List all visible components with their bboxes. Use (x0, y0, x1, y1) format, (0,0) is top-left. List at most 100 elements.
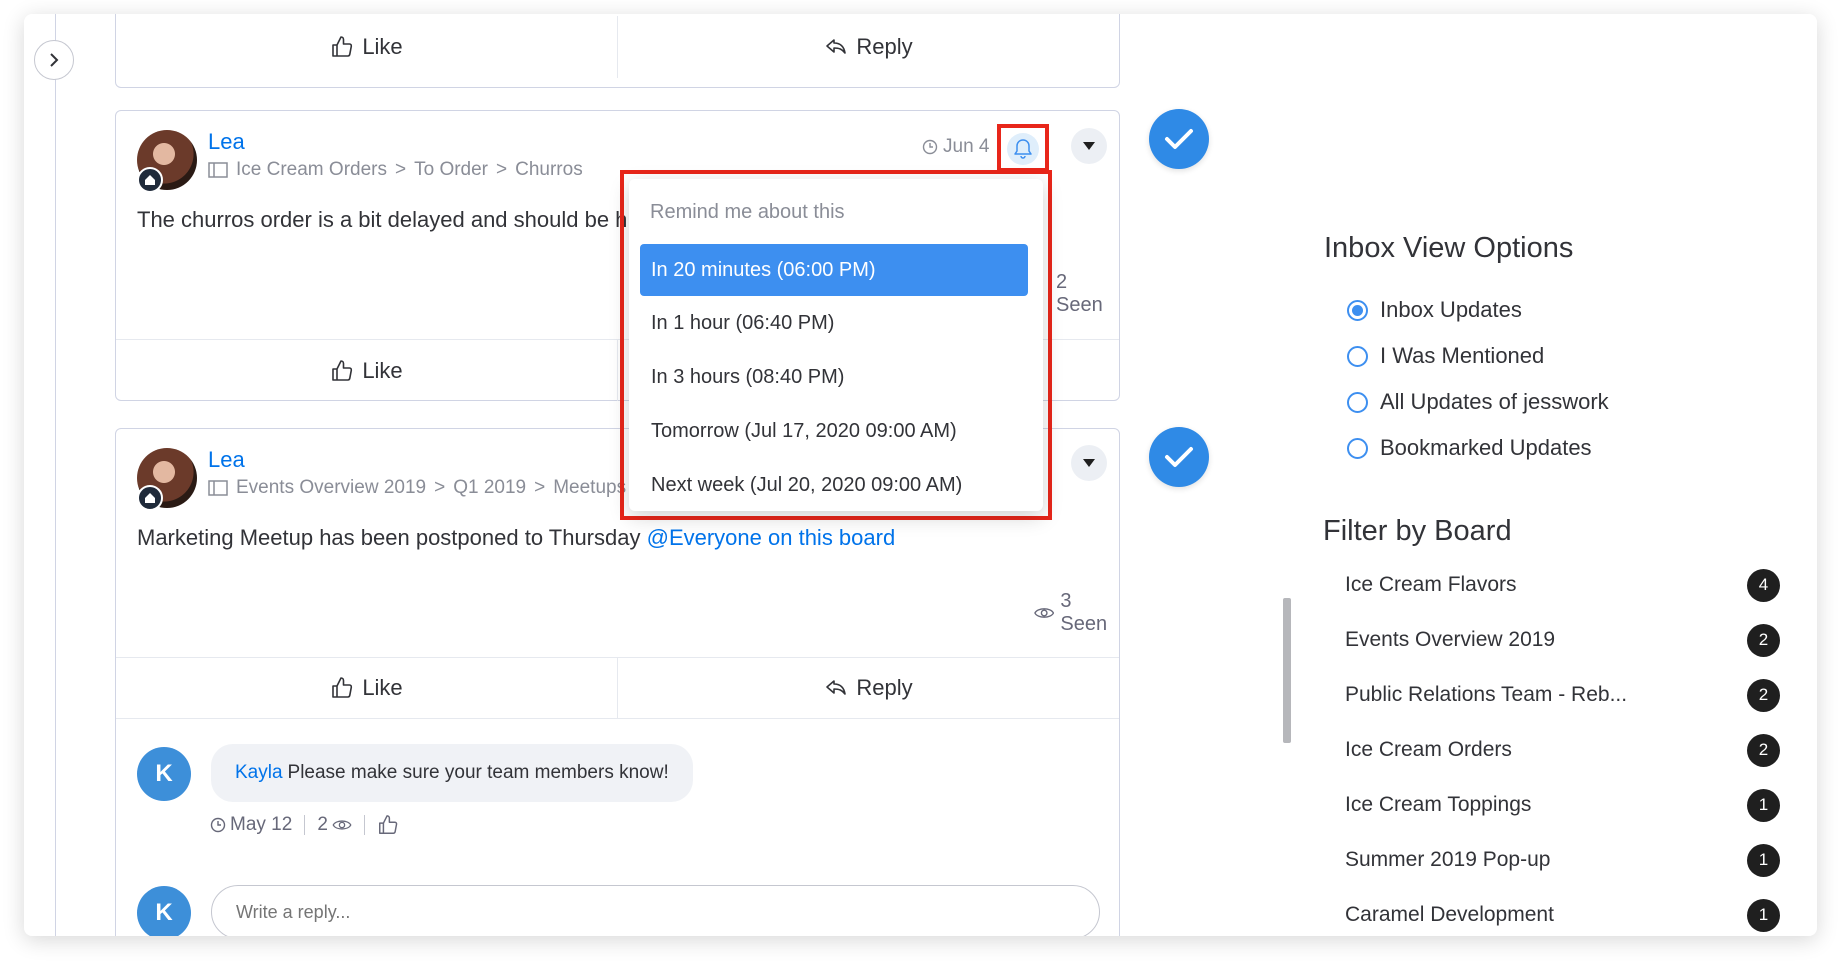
eye-icon (332, 820, 352, 830)
board-filter-item[interactable]: Events Overview 2019 2 (1345, 620, 1780, 660)
board-name: Summer 2019 Pop-up (1345, 848, 1551, 871)
home-icon (137, 167, 163, 193)
reply-button[interactable]: Reply (617, 658, 1119, 718)
clock-icon (210, 817, 226, 833)
seen-text: 3 Seen (1060, 590, 1108, 635)
breadcrumb: Events Overview 2019 > Q1 2019 > Meetups (208, 477, 626, 499)
reminder-option[interactable]: Tomorrow (Jul 17, 2020 09:00 AM) (640, 405, 1028, 457)
comment-date: May 12 (230, 814, 293, 835)
comment-text: Please make sure your team members know! (287, 762, 669, 783)
post-menu-button[interactable] (1071, 128, 1107, 164)
board-filter-item[interactable]: Ice Cream Flavors 4 (1345, 565, 1780, 605)
post-message-text: Marketing Meetup has been postponed to T… (137, 525, 641, 550)
comment-avatar[interactable]: K (137, 747, 191, 801)
radio[interactable] (1347, 345, 1368, 367)
reply-input[interactable] (211, 885, 1100, 936)
breadcrumb-separator: > (534, 477, 546, 498)
check-icon (1165, 129, 1193, 149)
reminder-option[interactable]: In 20 minutes (06:00 PM) (640, 244, 1028, 296)
reply-button[interactable]: Reply (617, 16, 1119, 78)
post-message: Marketing Meetup has been postponed to T… (137, 525, 895, 551)
reminder-option[interactable]: In 1 hour (06:40 PM) (640, 297, 1028, 349)
post-date: Jun 4 (922, 136, 989, 158)
board-count-badge: 1 (1747, 788, 1780, 822)
breadcrumb-board[interactable]: Ice Cream Orders (236, 159, 387, 181)
reminder-option[interactable]: Next week (Jul 20, 2020 09:00 AM) (640, 459, 1028, 511)
radio[interactable] (1347, 437, 1368, 459)
view-option-all-updates[interactable]: All Updates of jesswork (1347, 389, 1609, 415)
breadcrumb-group[interactable]: Q1 2019 (453, 477, 526, 499)
timeline-divider (55, 14, 56, 936)
post-menu-button[interactable] (1071, 445, 1107, 481)
seen-count[interactable]: 2 Seen (1056, 271, 1119, 317)
breadcrumb-item[interactable]: Meetups (553, 477, 626, 499)
chevron-right-icon (50, 53, 59, 67)
board-name: Caramel Development (1345, 903, 1554, 926)
seen-count[interactable]: 3 Seen (1034, 590, 1119, 636)
author-name[interactable]: Lea (208, 447, 245, 473)
divider (304, 815, 306, 835)
thumbs-up-icon (332, 677, 353, 698)
board-count-badge: 4 (1747, 568, 1780, 602)
breadcrumb-separator: > (394, 159, 407, 180)
mark-read-button[interactable] (1149, 109, 1209, 169)
caret-down-icon (1083, 142, 1095, 150)
view-option-label: Inbox Updates (1380, 297, 1522, 322)
comment-author[interactable]: Kayla (235, 762, 283, 784)
post-message: The churros order is a bit delayed and s… (137, 207, 627, 232)
thumbs-up-icon (332, 36, 353, 57)
reminder-bell-button[interactable] (1007, 133, 1039, 165)
board-count-badge: 2 (1747, 733, 1780, 767)
board-filter-item[interactable]: Ice Cream Toppings 1 (1345, 785, 1780, 825)
thumbs-up-icon (332, 359, 353, 381)
board-icon (208, 480, 228, 496)
scrollbar[interactable] (1283, 598, 1291, 743)
view-option-label: I Was Mentioned (1380, 343, 1545, 368)
board-count-badge: 1 (1747, 898, 1780, 932)
breadcrumb-item[interactable]: Churros (515, 159, 583, 181)
reply-icon (826, 39, 847, 54)
view-option-label: All Updates of jesswork (1380, 389, 1609, 414)
board-filter-item[interactable]: Caramel Development 1 (1345, 895, 1780, 935)
like-button[interactable]: Like (116, 16, 617, 78)
breadcrumb-separator: > (496, 159, 508, 180)
reply-label: Reply (856, 675, 913, 700)
view-option-inbox-updates[interactable]: Inbox Updates (1347, 297, 1522, 323)
board-count-badge: 1 (1747, 843, 1780, 877)
eye-icon (1034, 608, 1055, 618)
update-card-top: Like Reply (115, 14, 1120, 88)
author-name[interactable]: Lea (208, 129, 245, 155)
mention-link[interactable]: @Everyone on this board (647, 525, 896, 550)
check-icon (1165, 447, 1193, 467)
comment-bubble: Kayla Please make sure your team members… (211, 744, 693, 802)
comment-views: 2 (317, 814, 328, 835)
board-filter-item[interactable]: Public Relations Team - Reb... 2 (1345, 675, 1780, 715)
like-label: Like (362, 675, 403, 700)
radio-checked[interactable] (1347, 299, 1368, 321)
board-filter-item[interactable]: Ice Cream Orders 2 (1345, 730, 1780, 770)
thumbs-up-icon[interactable] (377, 814, 399, 836)
view-options-title: Inbox View Options (1324, 232, 1574, 264)
breadcrumb-board[interactable]: Events Overview 2019 (236, 477, 426, 499)
dropdown-title: Remind me about this (650, 201, 845, 223)
post-date-text: Jun 4 (943, 136, 990, 157)
reminder-option[interactable]: In 3 hours (08:40 PM) (640, 351, 1028, 403)
board-filter-item[interactable]: Summer 2019 Pop-up 1 (1345, 840, 1780, 880)
reply-avatar[interactable]: K (137, 886, 191, 936)
board-name: Ice Cream Flavors (1345, 573, 1517, 596)
board-name: Public Relations Team - Reb... (1345, 683, 1628, 706)
mark-read-button[interactable] (1149, 427, 1209, 487)
like-button[interactable]: Like (116, 658, 617, 718)
clock-icon (922, 139, 938, 155)
board-icon (208, 162, 228, 178)
view-option-bookmarked[interactable]: Bookmarked Updates (1347, 435, 1592, 461)
view-option-mentioned[interactable]: I Was Mentioned (1347, 343, 1544, 369)
breadcrumb-group[interactable]: To Order (414, 159, 488, 181)
reply-icon (826, 680, 847, 695)
home-icon (137, 485, 163, 511)
breadcrumb-separator: > (434, 477, 446, 498)
expand-sidebar-button[interactable] (34, 40, 74, 80)
board-name: Events Overview 2019 (1345, 628, 1556, 651)
like-button[interactable]: Like (116, 340, 617, 401)
radio[interactable] (1347, 391, 1368, 413)
